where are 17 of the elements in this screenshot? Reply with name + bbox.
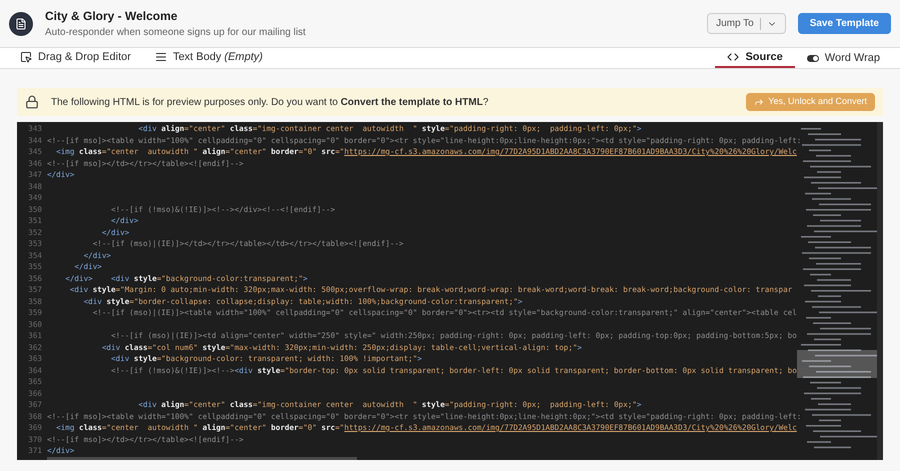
template-title: City & Glory - Welcome	[45, 8, 178, 25]
tab[interactable]: Source	[715, 48, 795, 68]
word-wrap-toggle[interactable]: Word Wrap	[794, 48, 892, 68]
cursor-box-icon	[20, 51, 32, 63]
banner-message: The following HTML is for preview purposes only. Do you want to Convert the template to HTML?	[51, 96, 490, 110]
tab[interactable]: Drag & Drop Editor	[8, 48, 143, 68]
jump-to-dropdown[interactable]: Jump To	[707, 13, 786, 34]
document-icon	[15, 18, 27, 30]
code-icon	[727, 51, 740, 63]
forward-arrow-icon	[754, 97, 764, 107]
tab[interactable]: Text Body (Empty)	[142, 48, 275, 68]
horizontal-scrollbar[interactable]	[47, 456, 357, 460]
code-editor[interactable]	[17, 122, 883, 460]
template-subtitle: Auto-responder when someone signs up for our mailing list	[45, 26, 307, 40]
lock-icon	[25, 95, 39, 109]
save-template-button[interactable]: Save Template	[798, 13, 891, 34]
lines-icon	[154, 51, 167, 63]
